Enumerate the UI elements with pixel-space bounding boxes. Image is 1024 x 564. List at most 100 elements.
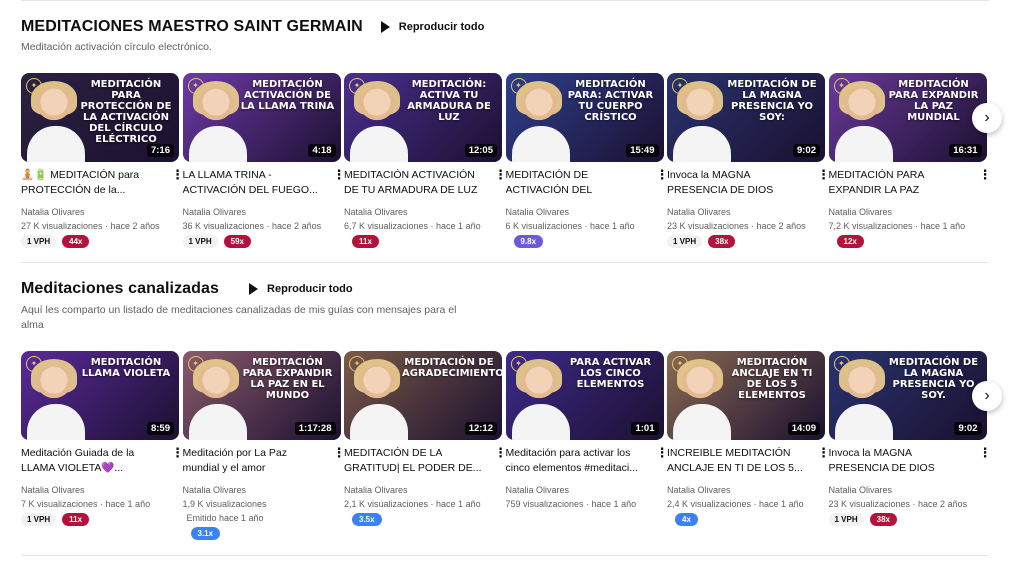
next-button[interactable]: › xyxy=(972,103,1002,133)
video-card[interactable]: ✦ MEDITACIÓN PARA EXPANDIR LA PAZ MUNDIAL… xyxy=(828,73,992,248)
video-title[interactable]: MEDITACIÓN PARA EXPANDIR LA PAZ MUNDIA..… xyxy=(829,168,969,198)
channel-logo-icon: ✦ xyxy=(672,356,688,372)
view-stats: 27 K visualizaciones · hace 2 años xyxy=(21,221,160,231)
view-stats: 759 visualizaciones · hace 1 año xyxy=(505,499,637,509)
play-all-button[interactable]: Reproducir todo xyxy=(380,21,484,33)
play-all-label: Reproducir todo xyxy=(267,283,353,295)
video-card[interactable]: ✦ MEDITACIÓN DE AGRADECIMIENTO 12:12 MEDITA… xyxy=(344,351,507,526)
channel-name[interactable]: Natalia Olivares xyxy=(667,206,731,219)
video-thumbnail[interactable]: ✦ MEDITACIÓN PARA EXPANDIR LA PAZ EN EL M… xyxy=(182,351,341,440)
video-title[interactable]: Invoca la MAGNA PRESENCIA DE DIOS ⚡YO... xyxy=(829,446,969,476)
channel-logo-icon: ✦ xyxy=(349,78,365,94)
duration-badge: 12:12 xyxy=(464,422,497,435)
video-title[interactable]: Meditación por La Paz mundial y el amor xyxy=(183,446,323,476)
channel-logo-icon: ✦ xyxy=(672,78,688,94)
more-vertical-icon[interactable]: ⋮ xyxy=(979,446,992,462)
more-vertical-icon[interactable]: ⋮ xyxy=(494,446,507,462)
view-stats: 36 K visualizaciones · hace 2 años xyxy=(182,221,322,231)
thumbnail-title-text: MEDITACIÓN ACTIVACIÓN DE LA LLAMA TRINA xyxy=(240,79,335,112)
video-thumbnail[interactable]: ✦ MEDITACIÓN: ACTIVA TU ARMADURA DE LUZ 12… xyxy=(344,73,502,162)
more-vertical-icon[interactable]: ⋮ xyxy=(171,168,184,184)
presenter-body-shape xyxy=(834,404,893,440)
video-title[interactable]: MEDITACIÓN DE LA GRATITUD| EL PODER DE..… xyxy=(344,446,484,476)
more-vertical-icon[interactable]: ⋮ xyxy=(979,168,992,184)
top-divider xyxy=(21,0,989,1)
view-stats: 7,2 K visualizaciones · hace 1 año xyxy=(828,221,966,231)
shelf-title[interactable]: MEDITACIONES MAESTRO SAINT GERMAIN xyxy=(21,18,363,36)
video-title[interactable]: Invoca la MAGNA PRESENCIA DE DIOS ⚡YO... xyxy=(667,168,807,198)
video-card[interactable]: ✦ MEDITACIÓN PARA: ACTIVAR TU CUERPO CRÍS… xyxy=(505,73,669,248)
duration-badge: 14:09 xyxy=(787,422,820,435)
view-stats: 7 K visualizaciones · hace 1 año xyxy=(21,499,151,509)
video-thumbnail[interactable]: ✦ MEDITACIÓN ACTIVACIÓN DE LA LLAMA TRINA… xyxy=(182,73,341,162)
more-vertical-icon[interactable]: ⋮ xyxy=(656,446,669,462)
video-thumbnail[interactable]: ✦ MEDITACIÓN PARA PROTECCIÓN DE LA ACTIVA… xyxy=(21,73,179,162)
view-stats: 6,7 K visualizaciones · hace 1 año xyxy=(344,221,481,231)
video-title[interactable]: 🧘🏼🔋 MEDITACIÓN para PROTECCIÓN de la... xyxy=(21,168,161,198)
channel-name[interactable]: Natalia Olivares xyxy=(344,206,408,219)
channel-name[interactable]: Natalia Olivares xyxy=(344,484,408,497)
more-vertical-icon[interactable]: ⋮ xyxy=(817,446,830,462)
duration-badge: 9:02 xyxy=(792,144,820,157)
channel-name[interactable]: Natalia Olivares xyxy=(183,484,247,497)
thumbnail-title-text: MEDITACIÓN PARA: ACTIVAR TU CUERPO CRÍST… xyxy=(567,79,654,123)
more-vertical-icon[interactable]: ⋮ xyxy=(333,168,346,184)
play-all-button[interactable]: Reproducir todo xyxy=(249,283,353,295)
video-card[interactable]: ✦ MEDITACIÓN ACTIVACIÓN DE LA LLAMA TRINA… xyxy=(182,73,346,248)
video-thumbnail[interactable]: ✦ PARA ACTIVAR LOS CINCO ELEMENTOS 1:01 xyxy=(505,351,664,440)
more-vertical-icon[interactable]: ⋮ xyxy=(171,446,184,462)
channel-name[interactable]: Natalia Olivares xyxy=(829,206,893,219)
channel-logo-icon: ✦ xyxy=(26,78,42,94)
video-title[interactable]: LA LLAMA TRINA - ACTIVACIÓN DEL FUEGO... xyxy=(183,168,323,198)
video-title[interactable]: MEDITACIÓN ACTIVACIÓN DE TU ARMADURA DE … xyxy=(344,168,484,198)
more-vertical-icon[interactable]: ⋮ xyxy=(333,446,346,462)
video-card[interactable]: ✦ MEDITACIÓN PARA EXPANDIR LA PAZ EN EL M… xyxy=(182,351,346,540)
video-card[interactable]: ✦ MEDITACIÓN DE LA MAGNA PRESENCIA YO SOY… xyxy=(828,351,992,526)
next-button[interactable]: › xyxy=(972,381,1002,411)
performance-badges: 1 VPH 38x xyxy=(828,513,897,526)
video-card[interactable]: ✦ MEDITACIÓN LLAMA VIOLETA 8:59 Meditación … xyxy=(21,351,184,526)
shelf-title[interactable]: Meditaciones canalizadas xyxy=(21,280,219,298)
video-title[interactable]: INCREIBLE MEDITACIÓN ANCLAJE EN TI DE LO… xyxy=(667,446,807,476)
performance-badges: 3.1x xyxy=(190,527,221,540)
performance-badges: 1 VPH 38x xyxy=(667,235,736,248)
channel-name[interactable]: Natalia Olivares xyxy=(183,206,247,219)
channel-name[interactable]: Natalia Olivares xyxy=(667,484,731,497)
outlier-multiplier-badge: 3.5x xyxy=(352,513,382,526)
presenter-face-shape xyxy=(519,87,558,125)
channel-name[interactable]: Natalia Olivares xyxy=(506,206,570,219)
channel-name[interactable]: Natalia Olivares xyxy=(21,206,85,219)
channel-name[interactable]: Natalia Olivares xyxy=(506,484,570,497)
vph-badge: 1 VPH xyxy=(21,235,57,248)
video-thumbnail[interactable]: ✦ MEDITACIÓN DE AGRADECIMIENTO 12:12 xyxy=(344,351,502,440)
channel-name[interactable]: Natalia Olivares xyxy=(21,484,85,497)
video-title[interactable]: Meditación para activar los cinco elemen… xyxy=(506,446,646,476)
more-vertical-icon[interactable]: ⋮ xyxy=(656,168,669,184)
video-card[interactable]: ✦ MEDITACIÓN ANCLAJE EN TI DE LOS 5 ELEME… xyxy=(667,351,830,526)
video-title[interactable]: MEDITACIÓN DE ACTIVACIÓN DEL CUERPO... xyxy=(506,168,646,198)
video-card[interactable]: ✦ MEDITACIÓN DE LA MAGNA PRESENCIA YO SOY… xyxy=(667,73,830,248)
video-card[interactable]: ✦ MEDITACIÓN: ACTIVA TU ARMADURA DE LUZ 12… xyxy=(344,73,507,248)
thumbnail-title-text: PARA ACTIVAR LOS CINCO ELEMENTOS xyxy=(569,357,652,390)
video-thumbnail[interactable]: ✦ MEDITACIÓN PARA EXPANDIR LA PAZ MUNDIAL… xyxy=(828,73,987,162)
video-title[interactable]: Meditación Guiada de la LLAMA VIOLETA💜..… xyxy=(21,446,161,476)
presenter-face-shape xyxy=(196,87,235,125)
video-thumbnail[interactable]: ✦ MEDITACIÓN DE LA MAGNA PRESENCIA YO SOY… xyxy=(667,73,825,162)
video-card[interactable]: ✦ PARA ACTIVAR LOS CINCO ELEMENTOS 1:01 Med… xyxy=(505,351,669,509)
duration-badge: 7:16 xyxy=(146,144,174,157)
video-thumbnail[interactable]: ✦ MEDITACIÓN DE LA MAGNA PRESENCIA YO SOY… xyxy=(828,351,987,440)
video-thumbnail[interactable]: ✦ MEDITACIÓN PARA: ACTIVAR TU CUERPO CRÍS… xyxy=(505,73,664,162)
presenter-face-shape xyxy=(842,87,881,125)
vph-badge: 1 VPH xyxy=(21,513,57,526)
video-thumbnail[interactable]: ✦ MEDITACIÓN LLAMA VIOLETA 8:59 xyxy=(21,351,179,440)
video-thumbnail[interactable]: ✦ MEDITACIÓN ANCLAJE EN TI DE LOS 5 ELEME… xyxy=(667,351,825,440)
video-card[interactable]: ✦ MEDITACIÓN PARA PROTECCIÓN DE LA ACTIVA… xyxy=(21,73,184,248)
more-vertical-icon[interactable]: ⋮ xyxy=(817,168,830,184)
outlier-multiplier-badge: 4x xyxy=(675,513,698,526)
outlier-multiplier-badge: 11x xyxy=(62,513,90,526)
performance-badges: 1 VPH 11x xyxy=(21,513,90,526)
channel-name[interactable]: Natalia Olivares xyxy=(829,484,893,497)
more-vertical-icon[interactable]: ⋮ xyxy=(494,168,507,184)
thumbnail-title-text: MEDITACIÓN PARA PROTECCIÓN DE LA ACTIVAC… xyxy=(80,79,172,145)
view-stats: 2,4 K visualizaciones · hace 1 año xyxy=(667,499,804,509)
